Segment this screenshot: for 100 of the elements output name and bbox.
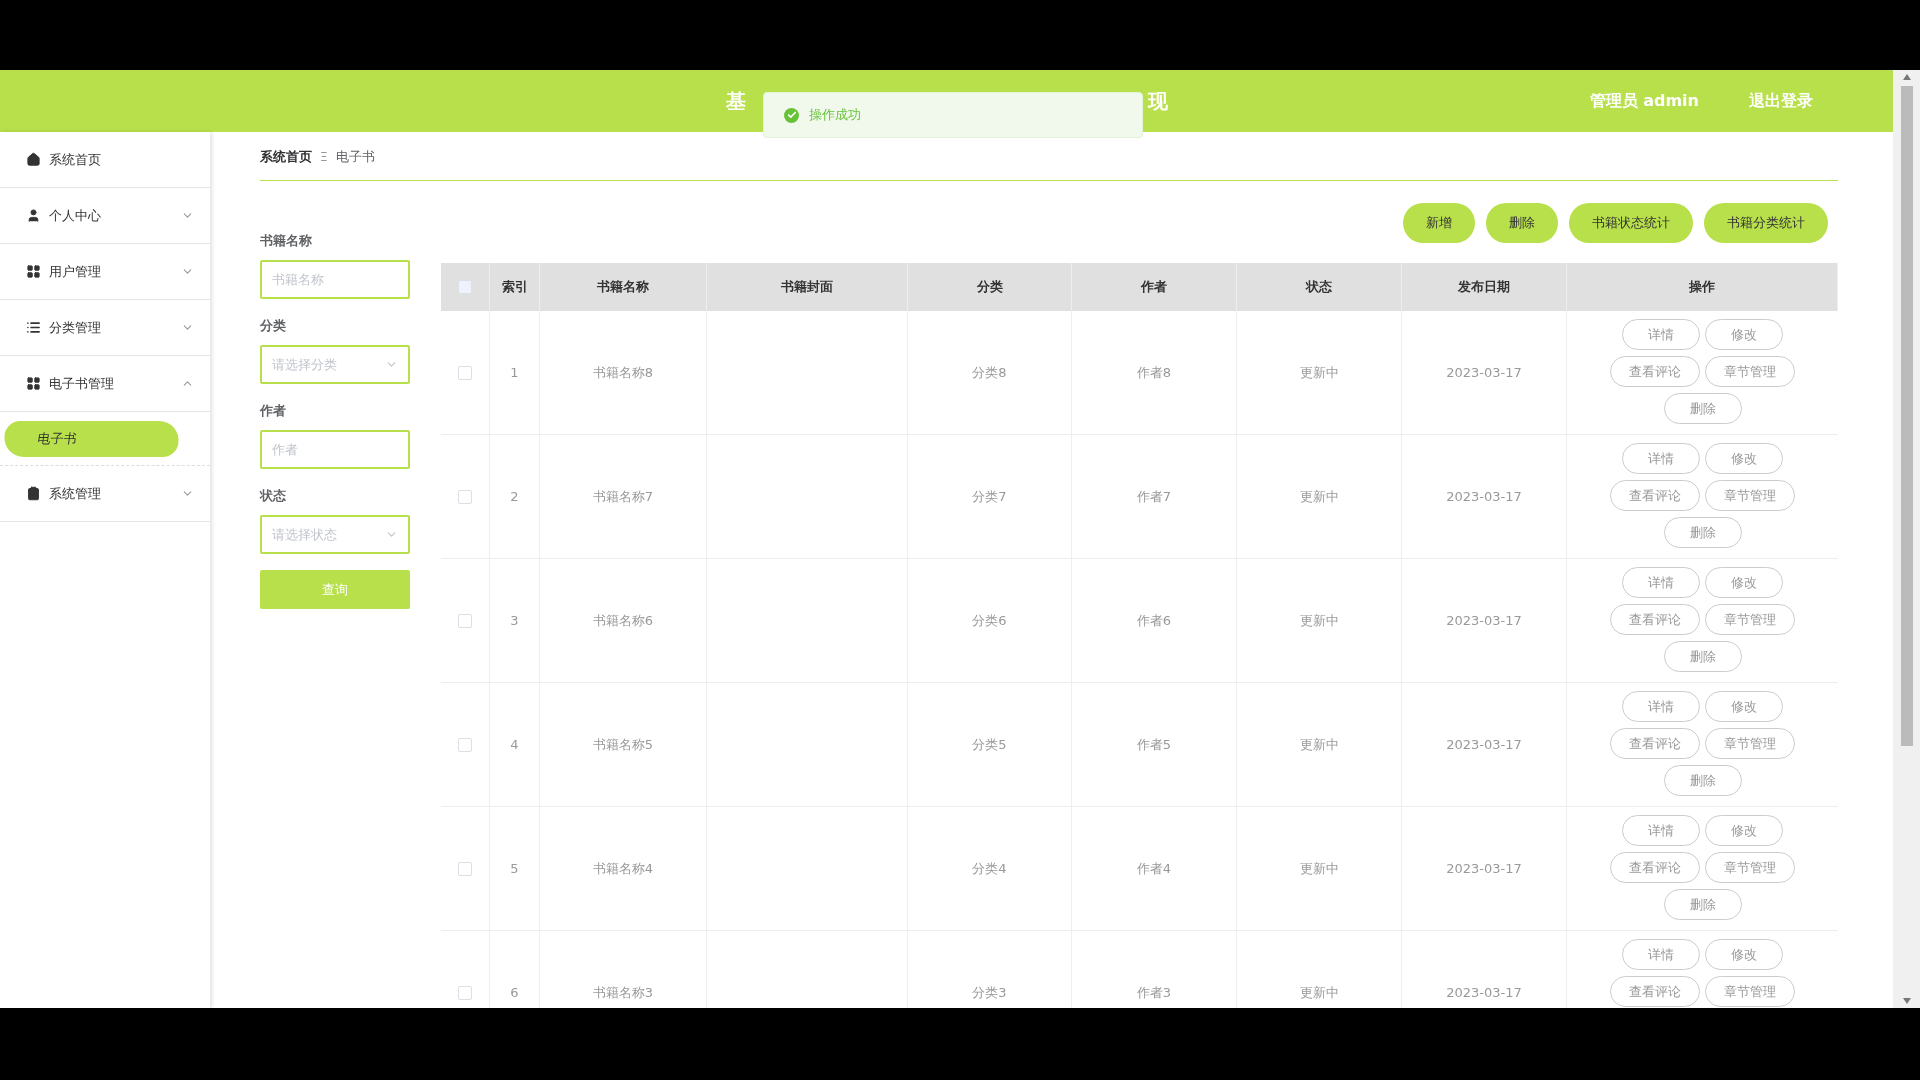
table-cell: 更新中 [1237, 807, 1402, 931]
clipboard-icon [26, 486, 41, 501]
column-header: 索引 [490, 263, 540, 311]
row-action-button[interactable]: 章节管理 [1705, 852, 1795, 883]
grid-icon [26, 264, 41, 279]
table-cell: 更新中 [1237, 435, 1402, 559]
home-icon [26, 152, 41, 167]
table-cell: 更新中 [1237, 311, 1402, 435]
table-cell: 分类4 [908, 807, 1072, 931]
row-action-button[interactable]: 删除 [1663, 641, 1742, 672]
table-cell: 2023-03-17 [1402, 807, 1567, 931]
toolbar-button[interactable]: 删除 [1486, 203, 1558, 243]
row-action-button[interactable]: 详情 [1622, 691, 1700, 722]
toast-message: 操作成功 [809, 106, 861, 124]
table-cell: 更新中 [1237, 559, 1402, 683]
table-cell: 书籍名称7 [540, 435, 707, 559]
table-cell: 书籍名称5 [540, 683, 707, 807]
column-header: 操作 [1567, 263, 1838, 311]
row-action-button[interactable]: 查看评论 [1610, 728, 1700, 759]
filter-label: 状态 [260, 487, 287, 505]
row-checkbox[interactable] [458, 613, 472, 628]
row-action-button[interactable]: 查看评论 [1610, 976, 1700, 1007]
toolbar-button[interactable]: 书籍状态统计 [1569, 203, 1693, 243]
row-action-button[interactable]: 详情 [1622, 815, 1700, 846]
row-checkbox[interactable] [458, 861, 472, 876]
row-action-button[interactable]: 详情 [1622, 443, 1700, 474]
table-cell: 作者4 [1072, 807, 1237, 931]
row-action-button[interactable]: 删除 [1663, 765, 1742, 796]
breadcrumb-link[interactable]: 系统首页 [260, 147, 312, 166]
table-cell: 书籍名称6 [540, 559, 707, 683]
row-action-button[interactable]: 查看评论 [1610, 604, 1700, 635]
table-cell: 3 [490, 559, 540, 683]
table-cell: 分类5 [908, 683, 1072, 807]
row-action-button[interactable]: 删除 [1663, 889, 1742, 920]
table-cell: 更新中 [1237, 931, 1402, 1008]
toolbar-button[interactable]: 新增 [1403, 203, 1475, 243]
row-action-button[interactable]: 章节管理 [1705, 480, 1795, 511]
user-icon [26, 208, 41, 223]
row-action-button[interactable]: 修改 [1705, 443, 1783, 474]
sidebar-menu-item[interactable]: 用户管理 [0, 244, 210, 300]
table-cell: 分类6 [908, 559, 1072, 683]
table-cell: 书籍名称3 [540, 931, 707, 1008]
row-action-button[interactable]: 修改 [1705, 815, 1783, 846]
table-cell: 4 [490, 683, 540, 807]
sidebar-menu-item[interactable]: 个人中心 [0, 188, 210, 244]
sidebar-menu-item[interactable]: 分类管理 [0, 300, 210, 356]
table-cell: 作者6 [1072, 559, 1237, 683]
table-cell: 2 [490, 435, 540, 559]
table-cell: 分类7 [908, 435, 1072, 559]
scrollbar-thumb[interactable] [1900, 86, 1913, 746]
row-action-button[interactable]: 修改 [1705, 319, 1783, 350]
row-action-button[interactable]: 修改 [1705, 567, 1783, 598]
table-cell: 作者3 [1072, 931, 1237, 1008]
table-cell: 书籍名称4 [540, 807, 707, 931]
column-header: 书籍名称 [540, 263, 707, 311]
filter-select-field[interactable]: 请选择分类 [260, 345, 410, 384]
row-action-button[interactable]: 详情 [1622, 939, 1700, 970]
row-checkbox[interactable] [458, 737, 472, 752]
sidebar-menu-item[interactable]: 电子书管理 [0, 356, 210, 412]
row-checkbox[interactable] [458, 365, 472, 380]
row-action-button[interactable]: 章节管理 [1705, 356, 1795, 387]
admin-user-label: 管理员 admin [1589, 90, 1699, 112]
table-cell: 作者7 [1072, 435, 1237, 559]
row-action-button[interactable]: 章节管理 [1705, 604, 1795, 635]
row-action-button[interactable]: 删除 [1663, 517, 1742, 548]
select-all-checkbox[interactable] [458, 280, 472, 294]
table-cell: 6 [490, 931, 540, 1008]
row-action-button[interactable]: 详情 [1622, 567, 1700, 598]
table-cell: 2023-03-17 [1402, 683, 1567, 807]
column-header: 状态 [1237, 263, 1402, 311]
row-checkbox[interactable] [458, 489, 472, 504]
row-checkbox[interactable] [458, 985, 472, 1000]
row-action-button[interactable]: 修改 [1705, 691, 1783, 722]
filter-input-field[interactable]: 书籍名称 [260, 260, 410, 299]
vertical-scrollbar[interactable] [1893, 70, 1920, 1008]
breadcrumb-separator: Ξ [320, 149, 328, 164]
sidebar-menu-item[interactable]: 系统首页 [0, 132, 210, 188]
row-action-button[interactable]: 查看评论 [1610, 852, 1700, 883]
table-cell: 2023-03-17 [1402, 435, 1567, 559]
table-cell: 1 [490, 311, 540, 435]
row-action-button[interactable]: 章节管理 [1705, 976, 1795, 1007]
list-icon [26, 320, 41, 335]
row-action-button[interactable]: 修改 [1705, 939, 1783, 970]
table-cell: 2023-03-17 [1402, 559, 1567, 683]
row-action-button[interactable]: 删除 [1663, 393, 1742, 424]
grid-icon [26, 376, 41, 391]
table-cell: 分类8 [908, 311, 1072, 435]
table-cell: 书籍名称8 [540, 311, 707, 435]
sidebar-menu-item[interactable]: 系统管理 [0, 466, 210, 522]
toolbar-button[interactable]: 书籍分类统计 [1704, 203, 1828, 243]
table-cell: 作者5 [1072, 683, 1237, 807]
column-header: 书籍封面 [707, 263, 908, 311]
filter-input-field[interactable]: 作者 [260, 430, 410, 469]
row-action-button[interactable]: 详情 [1622, 319, 1700, 350]
row-action-button[interactable]: 章节管理 [1705, 728, 1795, 759]
row-action-button[interactable]: 查看评论 [1610, 480, 1700, 511]
breadcrumb-link[interactable]: 电子书 [335, 147, 375, 166]
filter-select-field[interactable]: 请选择状态 [260, 515, 410, 554]
column-header: 作者 [1072, 263, 1237, 311]
row-action-button[interactable]: 查看评论 [1610, 356, 1700, 387]
